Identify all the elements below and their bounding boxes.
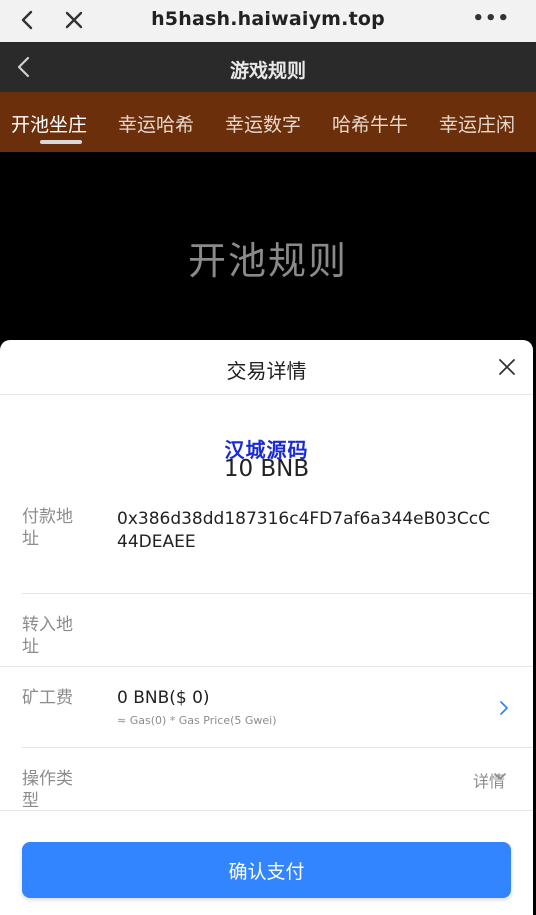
pay-address-row: 付款地址 0x386d38dd187316c4FD7af6a344eB03CcC… xyxy=(0,506,533,594)
divider xyxy=(0,666,533,667)
close-icon[interactable] xyxy=(497,357,517,377)
operation-type-row: 操作类型 详情 xyxy=(0,768,533,816)
rules-heading: 开池规则 xyxy=(187,239,348,283)
pay-address-label: 付款地址 xyxy=(22,507,73,549)
browser-toolbar: h5hash.haiwaiym.top ••• xyxy=(0,0,536,43)
divider xyxy=(22,593,533,594)
tab-lucky-banker[interactable]: 幸运庄闲 xyxy=(439,110,515,137)
pay-address-line-2: 44DEAEE xyxy=(117,532,196,552)
transaction-amount: 10 BNB xyxy=(223,456,310,482)
miner-fee-label: 矿工费 xyxy=(22,688,73,708)
miner-fee-value: 0 BNB($ 0) xyxy=(117,688,210,708)
tab-open-pool[interactable]: 开池坐庄 xyxy=(11,110,87,137)
pay-address-line-1: 0x386d38dd187316c4FD7af6a344eB03CcC xyxy=(117,509,490,529)
more-menu-icon[interactable]: ••• xyxy=(472,8,510,29)
divider xyxy=(22,747,533,748)
chevron-right-icon[interactable] xyxy=(497,700,511,716)
rules-content: 开池规则 xyxy=(0,152,536,342)
confirm-payment-button[interactable]: 确认支付 xyxy=(22,842,511,898)
to-address-row: 转入地址 xyxy=(0,614,533,664)
to-address-label: 转入地址 xyxy=(22,615,73,657)
transaction-detail-sheet: 交易详情 汉城源码 10 BNB 付款地址 0x386d38dd187316c4… xyxy=(0,340,533,915)
address-bar-url[interactable]: h5hash.haiwaiym.top xyxy=(0,8,536,30)
sheet-header: 交易详情 xyxy=(0,340,533,395)
page-title: 游戏规则 xyxy=(229,60,306,82)
divider xyxy=(0,810,533,811)
chevron-down-icon[interactable] xyxy=(493,770,507,784)
active-tab-indicator xyxy=(40,140,82,144)
operation-type-label: 操作类型 xyxy=(22,769,73,811)
gas-formula: ≈ Gas(0) * Gas Price(5 Gwei) xyxy=(117,714,277,727)
tab-lucky-number[interactable]: 幸运数字 xyxy=(225,110,301,137)
sheet-title: 交易详情 xyxy=(226,359,307,383)
tab-hash-niuniu[interactable]: 哈希牛牛 xyxy=(332,110,408,137)
app-header: 游戏规则 xyxy=(0,42,536,92)
miner-fee-row[interactable]: 矿工费 0 BNB($ 0) ≈ Gas(0) * Gas Price(5 Gw… xyxy=(0,687,533,747)
tab-lucky-hash[interactable]: 幸运哈希 xyxy=(118,110,194,137)
